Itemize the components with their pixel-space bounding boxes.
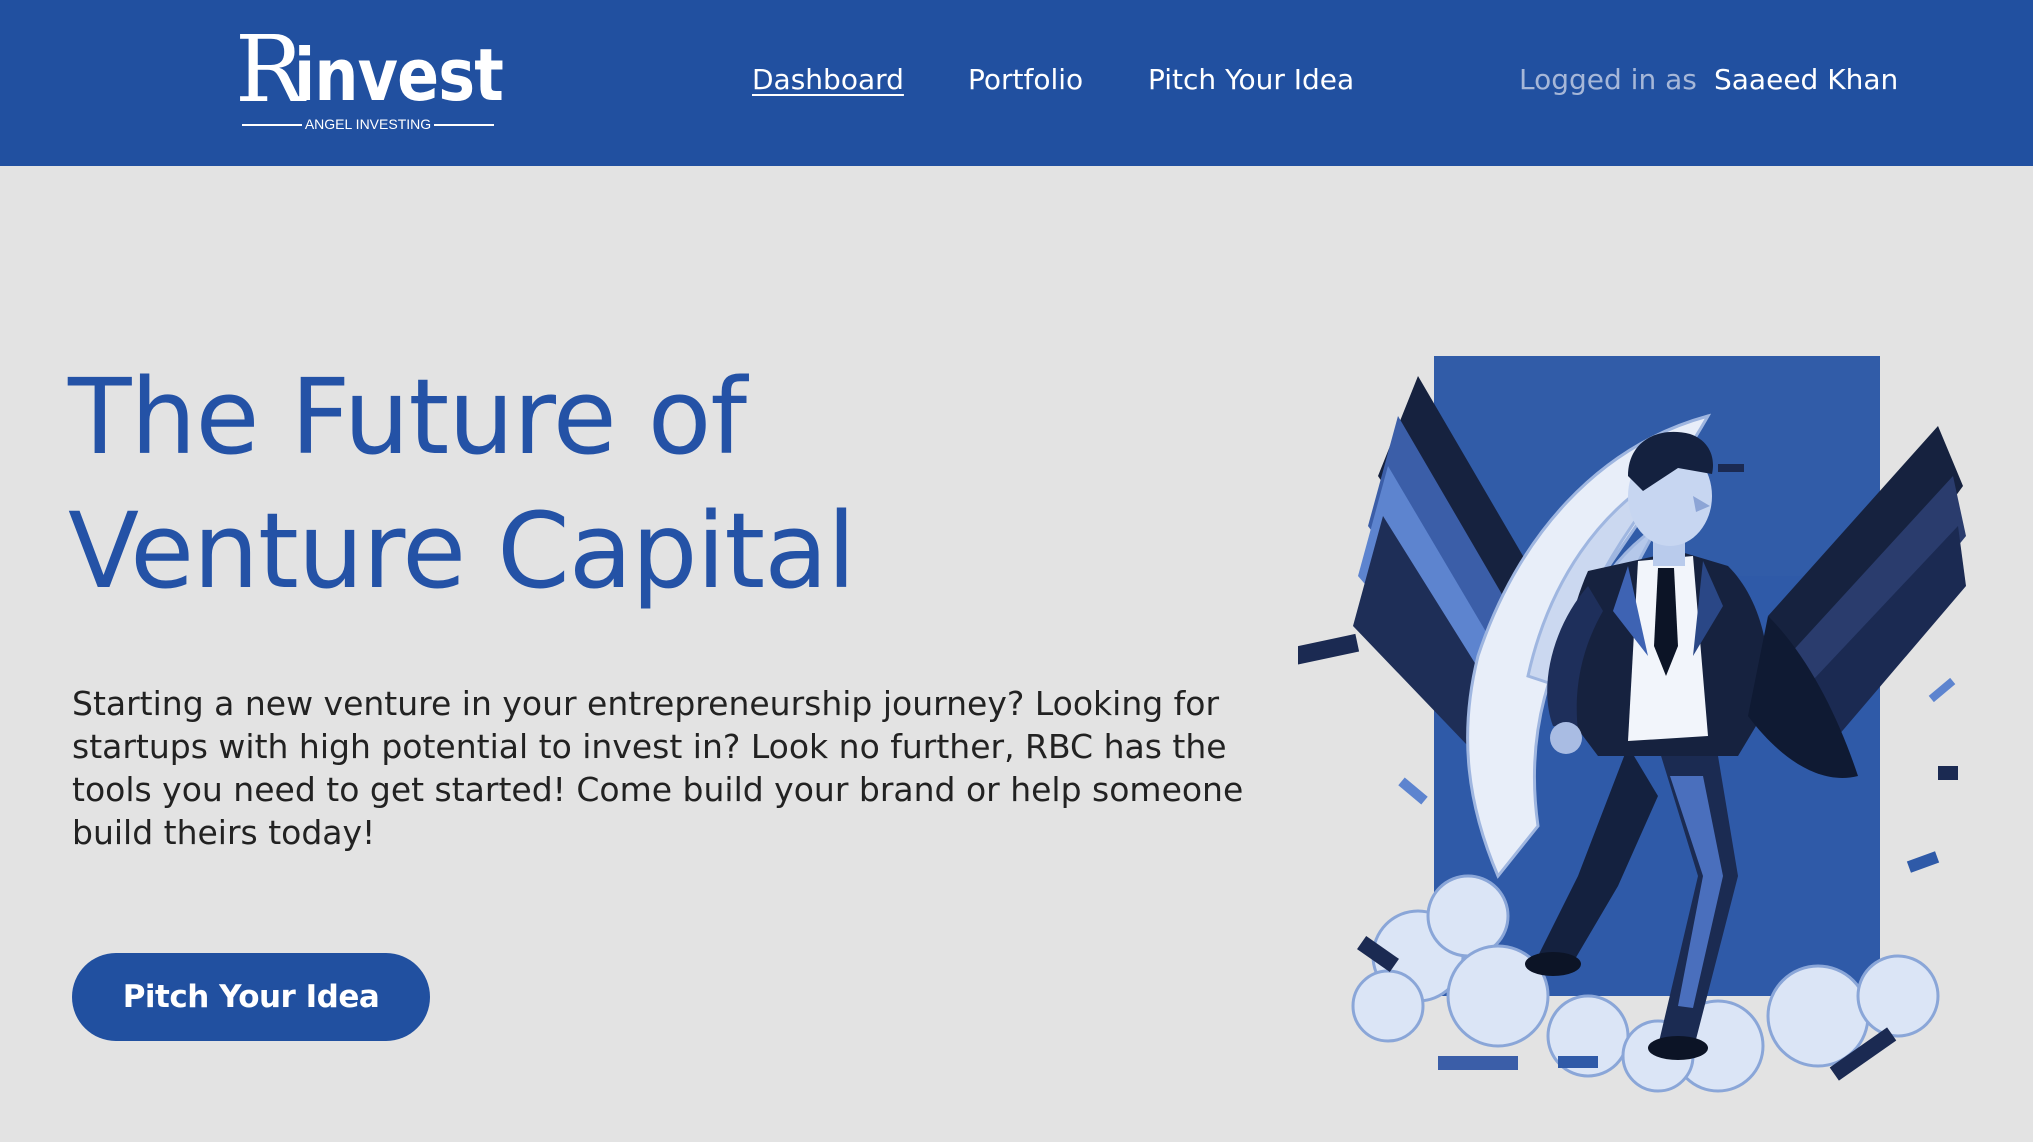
top-navbar: R invest ANGEL INVESTING Dashboard Portf… xyxy=(0,0,2033,166)
hero-headline-line-1: The Future of xyxy=(68,356,747,478)
user-name[interactable]: Saaeed Khan xyxy=(1714,58,1898,102)
hero-description: Starting a new venture in your entrepren… xyxy=(72,684,1244,852)
hero-headline-line-2: Venture Capital xyxy=(68,490,856,612)
pitch-your-idea-button[interactable]: Pitch Your Idea xyxy=(72,953,430,1041)
logo-wordmark: invest xyxy=(294,33,504,117)
winged-businessman-illustration xyxy=(1298,356,1966,1093)
rinvest-logo[interactable]: R invest ANGEL INVESTING xyxy=(232,20,507,136)
nav-link-dashboard[interactable]: Dashboard xyxy=(752,58,904,102)
nav-link-portfolio[interactable]: Portfolio xyxy=(968,58,1083,102)
logo-rule-right xyxy=(434,124,494,126)
logo-letter-r: R xyxy=(235,16,304,123)
logged-in-label: Logged in as xyxy=(1519,63,1697,96)
nav-link-pitch-your-idea[interactable]: Pitch Your Idea xyxy=(1148,58,1354,102)
hero-headline: The Future of Venture Capital xyxy=(68,350,968,618)
